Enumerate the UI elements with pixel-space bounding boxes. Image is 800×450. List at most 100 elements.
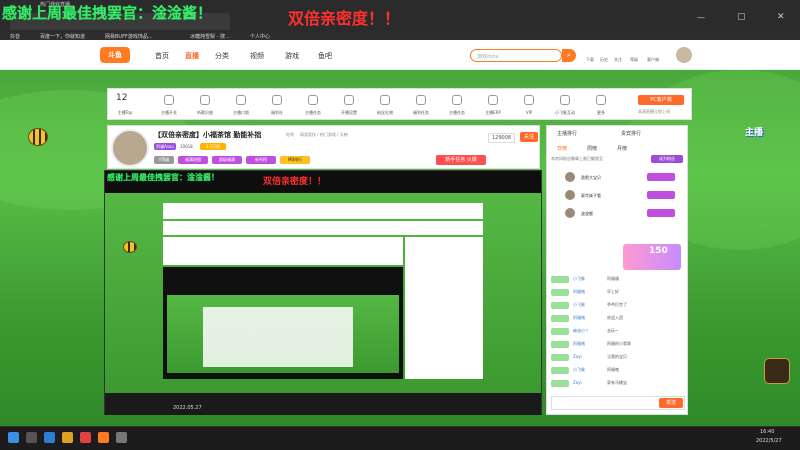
stream-player[interactable]: 感谢上周最佳拽罢官：淦淦酱！ 双倍亲密度！！ 2022.05.27 bbox=[104, 170, 542, 415]
category-icon[interactable] bbox=[200, 95, 210, 105]
nested-nav bbox=[163, 203, 483, 219]
search-icon[interactable]: ⌕ bbox=[562, 49, 576, 62]
category-label[interactable]: VIP bbox=[514, 110, 544, 115]
category-label[interactable]: 福利社 bbox=[262, 110, 292, 116]
category-icon[interactable] bbox=[452, 95, 462, 105]
header-history[interactable]: 历史 bbox=[600, 57, 608, 63]
chat-message: 阿福福 bbox=[607, 276, 619, 281]
top-user-name[interactable]: 波波搬 bbox=[581, 211, 593, 217]
category-icon[interactable] bbox=[236, 95, 246, 105]
room-badge[interactable]: 新秀榜 bbox=[246, 156, 276, 164]
category-label[interactable]: 主播ERP bbox=[478, 110, 508, 116]
category-label[interactable]: 开播设置 bbox=[334, 110, 364, 116]
chat-user[interactable]: 阿福咯 bbox=[573, 315, 585, 321]
top-user-name[interactable]: 敖肥大宝贝 bbox=[581, 175, 601, 181]
join-fan-button[interactable]: 成为粉丝 bbox=[651, 155, 683, 163]
category-label[interactable]: 粉丝礼物 bbox=[370, 110, 400, 116]
newbie-task-button[interactable]: 新手任务 火爆 bbox=[436, 155, 486, 165]
nav-category[interactable]: 分类 bbox=[215, 51, 229, 61]
app-taskbar-icon[interactable] bbox=[116, 432, 127, 443]
category-icon[interactable] bbox=[488, 95, 498, 105]
category-icon[interactable] bbox=[344, 95, 354, 105]
gift-banner[interactable]: 150 bbox=[623, 244, 681, 270]
rank-title[interactable]: 主播排行 bbox=[557, 130, 577, 137]
bookmark-item[interactable]: 个人中心 bbox=[250, 33, 270, 40]
room-category[interactable]: 吃鸡 bbox=[286, 132, 294, 138]
site-logo[interactable]: 斗鱼 bbox=[100, 47, 130, 63]
tab-week[interactable]: 周榜 bbox=[587, 145, 597, 152]
chat-user[interactable]: 阿福咯 bbox=[573, 341, 585, 347]
chat-user[interactable]: 小飞象 bbox=[573, 302, 585, 308]
header-level[interactable]: 等级 bbox=[630, 57, 638, 63]
follow-button[interactable]: 关注 bbox=[520, 132, 538, 142]
nav-fishbar[interactable]: 鱼吧 bbox=[318, 51, 332, 61]
category-label[interactable]: 主播任务 bbox=[298, 110, 328, 116]
category-icon[interactable] bbox=[596, 95, 606, 105]
category-label[interactable]: 主播口袋 bbox=[226, 110, 256, 116]
room-level-badge: V等级 bbox=[154, 156, 174, 164]
stream-thanks-overlay: 感谢上周最佳拽罢官：淦淦酱！ bbox=[107, 172, 219, 182]
category-icon[interactable] bbox=[272, 95, 282, 105]
windows-start-icon[interactable] bbox=[8, 432, 19, 443]
room-badge[interactable]: MB排行 bbox=[280, 156, 310, 164]
chat-user[interactable]: 阿福咯 bbox=[573, 289, 585, 295]
search-taskbar-icon[interactable] bbox=[26, 432, 37, 443]
rank-sub[interactable]: 贵宾排行 bbox=[621, 130, 641, 137]
search-input[interactable]: 游戏dota bbox=[470, 49, 562, 62]
category-icon[interactable] bbox=[380, 95, 390, 105]
bookmark-item[interactable]: 冰糖炖雪梨 - 搜... bbox=[190, 33, 230, 40]
treasure-chest-icon[interactable] bbox=[764, 358, 790, 384]
top-user-avatar[interactable] bbox=[565, 190, 575, 200]
top-user-avatar[interactable] bbox=[565, 172, 575, 182]
category-icon[interactable] bbox=[560, 95, 570, 105]
bookmark-item[interactable]: 抖音 bbox=[10, 33, 20, 40]
send-button[interactable]: 发送 bbox=[659, 398, 683, 408]
pc-client-button[interactable]: PC客户端 bbox=[638, 95, 684, 105]
category-label[interactable]: 主播任务 bbox=[442, 110, 472, 116]
streamer-avatar[interactable] bbox=[111, 129, 149, 167]
chat-user[interactable]: Zoyi bbox=[573, 380, 582, 385]
header-start-live[interactable]: 客户端 bbox=[647, 57, 659, 63]
nav-live[interactable]: 直播 bbox=[185, 51, 199, 61]
category-label[interactable]: 福利任务 bbox=[406, 110, 436, 116]
nav-video[interactable]: 视频 bbox=[250, 51, 264, 61]
category-icon[interactable] bbox=[308, 95, 318, 105]
header-download[interactable]: 下载 bbox=[586, 57, 594, 63]
bookmark-item[interactable]: 网易BUFF游戏饰品... bbox=[105, 33, 153, 40]
window-maximize-button[interactable]: ▢ bbox=[737, 12, 746, 22]
bookmark-item[interactable]: 百度一下，你就知道 bbox=[40, 33, 85, 40]
tab-day[interactable]: 日榜 bbox=[557, 145, 567, 152]
user-avatar[interactable] bbox=[676, 47, 692, 63]
category-label[interactable]: 主播开关 bbox=[154, 110, 184, 116]
window-minimize-button[interactable]: — bbox=[697, 13, 705, 22]
room-breadcrumb[interactable]: 网游竞技 / 热门游戏 / 天梯 bbox=[300, 132, 348, 138]
category-label[interactable]: 更多 bbox=[586, 110, 616, 116]
room-badge[interactable]: 福满地图 bbox=[178, 156, 208, 164]
category-icon[interactable] bbox=[524, 95, 534, 105]
header-follow[interactable]: 关注 bbox=[614, 57, 622, 63]
explorer-taskbar-icon[interactable] bbox=[62, 432, 73, 443]
douyu-taskbar-icon[interactable] bbox=[98, 432, 109, 443]
nav-games[interactable]: 游戏 bbox=[285, 51, 299, 61]
top-user-avatar[interactable] bbox=[565, 208, 575, 218]
chat-user[interactable]: 小飞象 bbox=[573, 367, 585, 373]
top-user-badge bbox=[647, 209, 675, 217]
room-badge[interactable]: 超级福满 bbox=[212, 156, 242, 164]
chat-level-badge bbox=[551, 354, 569, 361]
taskbar-time: 16:40 bbox=[760, 429, 775, 435]
edge-taskbar-icon[interactable] bbox=[44, 432, 55, 443]
chat-user[interactable]: 麻油小丫 bbox=[573, 328, 589, 334]
category-label[interactable]: 小飞象互动 bbox=[550, 110, 580, 116]
chat-user[interactable]: 小飞象 bbox=[573, 276, 585, 282]
nav-home[interactable]: 首页 bbox=[155, 51, 169, 61]
category-icon[interactable] bbox=[164, 95, 174, 105]
nested-side-panel bbox=[405, 237, 483, 379]
chat-user[interactable]: Zoyi bbox=[573, 354, 582, 359]
chat-level-badge bbox=[551, 289, 569, 296]
top-user-name[interactable]: 豪华妹子看 bbox=[581, 193, 601, 199]
category-label[interactable]: 听歌识曲 bbox=[190, 110, 220, 116]
window-close-button[interactable]: ✕ bbox=[777, 12, 785, 22]
tab-month[interactable]: 月榜 bbox=[617, 145, 627, 152]
app-taskbar-icon[interactable] bbox=[80, 432, 91, 443]
category-icon[interactable] bbox=[416, 95, 426, 105]
